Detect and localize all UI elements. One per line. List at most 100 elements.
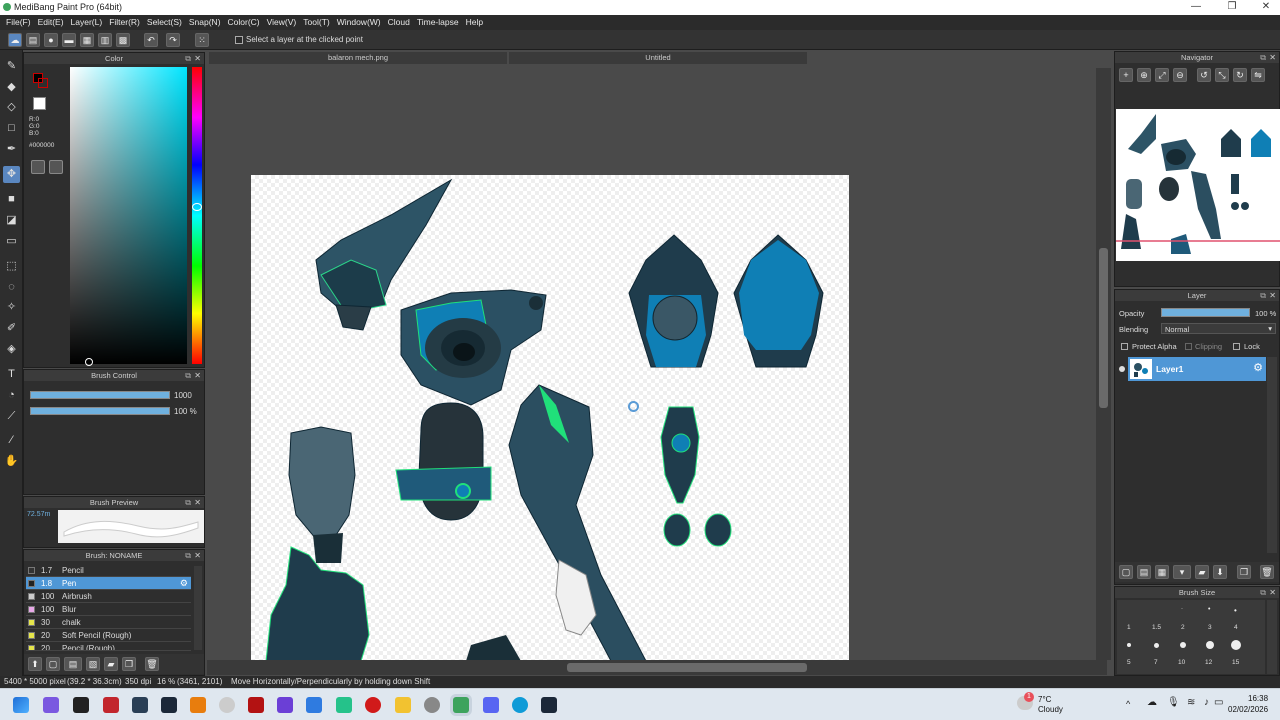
- pen-tool-icon[interactable]: ✒: [3, 141, 20, 158]
- dot-eraser-icon[interactable]: ◇: [3, 99, 20, 116]
- brush-item-airbrush[interactable]: 100 Airbrush: [26, 590, 191, 603]
- save-icon[interactable]: ▤: [26, 33, 40, 47]
- wifi-icon[interactable]: ≋: [1187, 697, 1195, 708]
- horizontal-scrollbar[interactable]: [207, 660, 1107, 675]
- menu-snap[interactable]: Snap(N): [187, 15, 226, 30]
- float-icon[interactable]: ⧉: [185, 497, 191, 508]
- chevron-up-icon[interactable]: ^: [1126, 699, 1130, 709]
- brush-list-scrollbar[interactable]: [194, 566, 202, 650]
- brush-tool-icon[interactable]: ✎: [3, 58, 20, 75]
- new-halftone-icon[interactable]: ▦: [1155, 565, 1169, 579]
- brush-opacity-value[interactable]: 100 %: [174, 407, 197, 416]
- document-canvas[interactable]: [251, 175, 849, 661]
- size-dot[interactable]: [1154, 643, 1159, 648]
- menu-timelapse[interactable]: Time-lapse: [415, 15, 464, 30]
- minimize-button[interactable]: —: [1186, 1, 1206, 12]
- transparent-swatch[interactable]: [33, 97, 46, 110]
- blender-icon[interactable]: [190, 697, 206, 713]
- lasso-tool-icon[interactable]: ◌: [3, 279, 20, 296]
- float-icon[interactable]: ⧉: [1260, 290, 1266, 301]
- menu-tool[interactable]: Tool(T): [301, 15, 334, 30]
- text-tool-icon[interactable]: T: [3, 366, 20, 383]
- app-icon[interactable]: [424, 697, 440, 713]
- rotate-right-icon[interactable]: ↻: [1233, 68, 1247, 82]
- edge-icon[interactable]: [512, 697, 528, 713]
- medibang-icon[interactable]: [453, 697, 469, 713]
- menu-select[interactable]: Select(S): [145, 15, 187, 30]
- brush-size-value[interactable]: 1000: [174, 391, 192, 400]
- panel-close-icon[interactable]: ✕: [1269, 587, 1276, 598]
- size-value[interactable]: 2: [1181, 624, 1185, 631]
- size-value[interactable]: 3: [1208, 624, 1212, 631]
- menu-window[interactable]: Window(W): [335, 15, 386, 30]
- divide-tool-icon[interactable]: ⟋: [3, 408, 20, 425]
- gear-icon[interactable]: ⚙: [180, 577, 188, 590]
- menu-edit[interactable]: Edit(E): [36, 15, 69, 30]
- gear-icon[interactable]: ⚙: [1253, 361, 1263, 374]
- cloud-icon[interactable]: ☁: [1147, 697, 1157, 708]
- windows-start-icon[interactable]: [13, 697, 29, 713]
- hand-tool-icon[interactable]: ✋: [3, 453, 20, 470]
- menu-view[interactable]: View(V): [265, 15, 302, 30]
- background-swatch[interactable]: [38, 78, 48, 88]
- history-icon[interactable]: [49, 160, 63, 174]
- layer-menu-icon[interactable]: ▾: [1173, 565, 1191, 579]
- panel-close-icon[interactable]: ✕: [194, 497, 201, 508]
- select-eraser-icon[interactable]: ◈: [3, 341, 20, 358]
- fit-icon[interactable]: ⤢: [1155, 68, 1169, 82]
- brush-size-slider[interactable]: [30, 391, 170, 399]
- clipping-checkbox[interactable]: [1185, 343, 1192, 350]
- brush-item-chalk[interactable]: 30 chalk: [26, 616, 191, 629]
- rotate-left-icon[interactable]: ↺: [1197, 68, 1211, 82]
- copilot-icon[interactable]: [43, 697, 59, 713]
- brush-item-soft-pencil[interactable]: 20 Soft Pencil (Rough): [26, 629, 191, 642]
- float-icon[interactable]: ⧉: [185, 370, 191, 381]
- close-button[interactable]: ✕: [1256, 1, 1276, 12]
- volume-icon[interactable]: ♪: [1204, 697, 1209, 708]
- panel-close-icon[interactable]: ✕: [194, 53, 201, 64]
- lock-checkbox[interactable]: [1233, 343, 1240, 350]
- brush-item-pencil[interactable]: 1.7 Pencil: [26, 564, 191, 577]
- size-dot[interactable]: ·: [1181, 606, 1183, 612]
- app-icon[interactable]: [219, 697, 235, 713]
- brush-item-blur[interactable]: 100 Blur: [26, 603, 191, 616]
- hue-handle[interactable]: [192, 203, 202, 211]
- trash-icon[interactable]: 🗑: [1260, 565, 1274, 579]
- float-icon[interactable]: ⧉: [1260, 52, 1266, 63]
- app-icon[interactable]: [277, 697, 293, 713]
- maximize-button[interactable]: ❐: [1222, 1, 1242, 12]
- zoom-in-icon[interactable]: +: [1119, 68, 1133, 82]
- eye-icon[interactable]: [1119, 366, 1125, 372]
- redo-icon[interactable]: ↷: [166, 33, 180, 47]
- gradient-tool-icon[interactable]: ▭: [3, 233, 20, 250]
- rect-tool-icon[interactable]: □: [3, 120, 20, 137]
- size-dot[interactable]: •: [1234, 606, 1237, 615]
- size-dot[interactable]: [1231, 640, 1241, 650]
- file-explorer-icon[interactable]: [395, 697, 411, 713]
- size-dot[interactable]: [1127, 643, 1131, 647]
- duplicate-icon[interactable]: ❐: [122, 657, 136, 671]
- fit-window-icon[interactable]: ⤡: [1215, 68, 1229, 82]
- menu-filter[interactable]: Filter(R): [107, 15, 145, 30]
- app-icon[interactable]: [161, 697, 177, 713]
- eraser-tool-icon[interactable]: ◆: [3, 79, 20, 96]
- vertical-scrollbar[interactable]: [1096, 68, 1111, 660]
- panel-close-icon[interactable]: ✕: [1269, 290, 1276, 301]
- app-icon[interactable]: [306, 697, 322, 713]
- float-icon[interactable]: ⧉: [185, 550, 191, 561]
- menu-cloud[interactable]: Cloud: [386, 15, 415, 30]
- flip-icon[interactable]: ⇋: [1251, 68, 1265, 82]
- hue-slider[interactable]: [192, 67, 202, 364]
- size-value[interactable]: 4: [1234, 624, 1238, 631]
- bucket-tool-icon[interactable]: ◪: [3, 212, 20, 229]
- menu-layer[interactable]: Layer(L): [69, 15, 108, 30]
- menu-color[interactable]: Color(C): [226, 15, 265, 30]
- tab-untitled[interactable]: Untitled: [509, 52, 807, 64]
- brush-item-pencil-rough[interactable]: 20 Pencil (Rough): [26, 642, 191, 651]
- blending-select[interactable]: Normal ▾: [1161, 323, 1276, 334]
- size-dot[interactable]: •: [1208, 606, 1210, 613]
- comment-icon[interactable]: ●: [44, 33, 58, 47]
- panel-icon[interactable]: ▥: [98, 33, 112, 47]
- add-brush-icon[interactable]: ⬆: [28, 657, 42, 671]
- fill-rect-icon[interactable]: ■: [3, 191, 20, 208]
